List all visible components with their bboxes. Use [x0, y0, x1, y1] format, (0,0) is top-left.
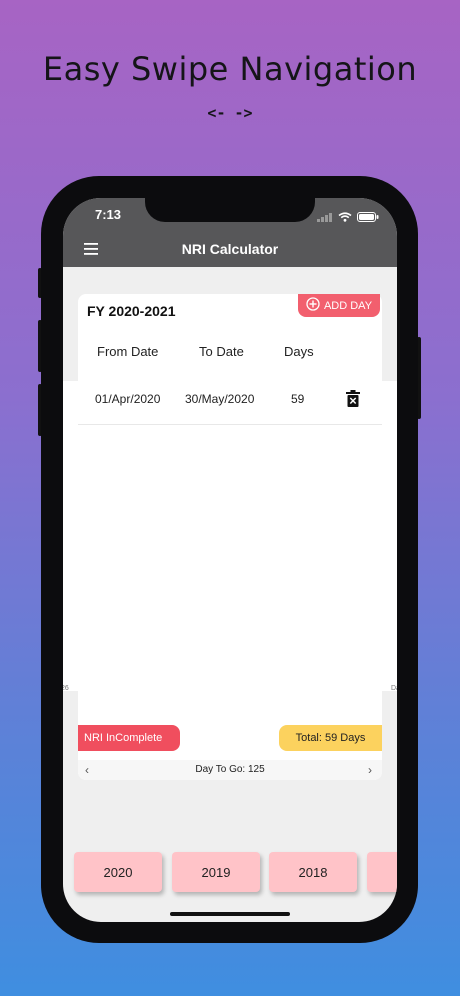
notch	[145, 198, 315, 222]
row-from-date: 01/Apr/2020	[95, 392, 161, 406]
row-to-date: 30/May/2020	[185, 392, 255, 406]
previous-card-peek[interactable]	[63, 381, 78, 691]
day-to-go-bar: ‹ Day To Go: 125 ›	[78, 760, 382, 780]
year-selector: 2020 2019 2018 2	[63, 852, 397, 896]
year-button-2020[interactable]: 2020	[74, 852, 162, 892]
phone-screen: 7:13 NRI Calculator 6 D FY 2020-2021 ADD…	[63, 198, 397, 922]
column-days: Days	[284, 344, 314, 359]
wifi-icon	[338, 209, 352, 227]
nri-status-badge: NRI InComplete	[78, 725, 180, 751]
swipe-arrows: <- ->	[207, 104, 253, 122]
column-to-date: To Date	[199, 344, 244, 359]
day-to-go-label: Day To Go: 125	[195, 764, 265, 775]
signal-icon	[317, 209, 333, 227]
column-from-date: From Date	[97, 344, 159, 359]
row-divider	[78, 424, 382, 425]
home-indicator	[170, 912, 290, 916]
status-icons	[317, 209, 379, 227]
battery-icon	[357, 209, 379, 227]
fy-title: FY 2020-2021	[87, 303, 176, 319]
promo-headline: Easy Swipe Navigation	[42, 50, 418, 88]
add-day-label: ADD DAY	[323, 299, 373, 312]
next-card-peek-text: Da	[391, 685, 397, 692]
year-button-partial[interactable]: 2	[367, 852, 397, 892]
year-button-2018[interactable]: 2018	[269, 852, 357, 892]
add-circle-icon	[306, 297, 320, 314]
add-day-button[interactable]: ADD DAY	[298, 294, 380, 317]
total-days-badge: Total: 59 Days	[279, 725, 382, 751]
year-button-2019[interactable]: 2019	[172, 852, 260, 892]
next-card-peek[interactable]	[382, 381, 397, 691]
row-days: 59	[291, 392, 305, 406]
chevron-right-icon[interactable]: ›	[368, 763, 372, 777]
status-time: 7:13	[95, 207, 122, 222]
delete-icon[interactable]	[346, 390, 360, 412]
app-bar: 7:13 NRI Calculator	[63, 198, 397, 267]
previous-card-peek-text: 26	[63, 685, 69, 692]
fy-card: FY 2020-2021 ADD DAY From Date To Date D…	[78, 294, 382, 780]
app-title: NRI Calculator	[181, 241, 279, 257]
